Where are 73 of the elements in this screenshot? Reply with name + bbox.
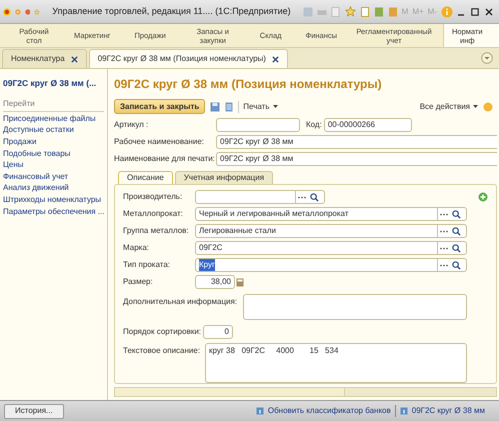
number-field[interactable]: 38,00 [195, 275, 235, 289]
nav-link[interactable]: Доступные остатки [3, 125, 104, 135]
status-link[interactable]: 09Г2С круг Ø 38 мм [412, 405, 485, 417]
nav-link[interactable]: Штрихкоды номенклатуры [3, 194, 104, 204]
field-label: Тип проката: [123, 259, 171, 271]
field-label: Марка: [123, 242, 150, 254]
save-close-button[interactable]: Записать и закрыть [114, 99, 206, 114]
document-tab[interactable]: 09Г2С круг Ø 38 мм (Позиция номенклатуры) [88, 49, 288, 68]
number-field[interactable]: 0 [203, 325, 233, 339]
nav-link[interactable]: Анализ движений [3, 183, 104, 193]
field-label: Артикул : [114, 119, 150, 131]
dots-icon [440, 264, 448, 266]
dropdown-circle-icon[interactable] [481, 52, 493, 64]
field-label: Производитель: [123, 191, 184, 203]
nav-link[interactable]: Финансовый учет [3, 172, 104, 182]
field-label: Дополнительная информация: [123, 296, 238, 308]
search-icon[interactable] [452, 260, 461, 270]
window-title: Управление торговлей, редакция 11.... (1С:Предприятие) [52, 4, 291, 18]
form-tab[interactable]: Описание [118, 171, 173, 184]
field-label: Размер: [123, 276, 154, 288]
search-icon[interactable] [452, 210, 461, 218]
dots-icon [298, 196, 306, 198]
text-field[interactable]: 09Г2С круг Ø 38 мм [216, 135, 497, 149]
dots-icon [440, 230, 448, 232]
field-label: Текстовое описание: [123, 345, 202, 357]
dots-icon [440, 212, 448, 216]
horizontal-scrollbar[interactable] [114, 387, 497, 397]
home-star-icon[interactable] [344, 6, 356, 17]
search-icon[interactable] [310, 192, 319, 202]
field-label: Код: [306, 119, 322, 131]
field-label: Порядок сортировки: [123, 326, 202, 338]
list-icon[interactable] [225, 102, 234, 112]
info-icon[interactable] [441, 6, 453, 18]
nav-link[interactable]: Параметры обеспечения ... [3, 206, 104, 216]
memo-field[interactable]: круг 38 09Г2С 4000 15 534 [205, 343, 467, 383]
close-icon[interactable] [70, 56, 78, 62]
select-field[interactable]: Черный и легированный металлопрокат [195, 207, 467, 221]
form-tab[interactable]: Учетная информация [174, 171, 274, 184]
code-field[interactable]: 00-00000266 [324, 118, 412, 132]
info-icon [400, 407, 408, 415]
search-icon[interactable] [452, 226, 461, 236]
article-field[interactable] [216, 118, 300, 132]
dots-icon [440, 246, 448, 250]
select-field[interactable]: Легированные стали [195, 224, 467, 238]
close-icon[interactable] [485, 8, 493, 16]
close-icon[interactable] [272, 56, 279, 62]
select-field[interactable] [195, 190, 325, 204]
form-title: 09Г2С круг Ø 38 мм (Позиция номенклатуры) [114, 76, 383, 93]
select-field[interactable]: Круг [195, 258, 467, 272]
document-tab[interactable]: Номенклатура [2, 49, 87, 68]
info-icon [256, 407, 264, 415]
nav-link[interactable]: Присоединенные файлы [3, 114, 104, 124]
select-field[interactable]: 09Г2С [195, 241, 467, 255]
panel-heading: Перейти [3, 98, 104, 112]
status-link[interactable]: Обновить классификатор банков [268, 405, 391, 417]
panel-title: 09Г2С круг Ø 38 мм (... [3, 77, 98, 90]
print-menu[interactable]: Печать [238, 100, 278, 112]
field-label: Рабочее наименование: [114, 136, 205, 148]
memo-field[interactable] [243, 294, 467, 320]
add-icon[interactable] [478, 192, 488, 202]
search-icon[interactable] [452, 244, 461, 252]
text-field[interactable]: 09Г2С круг Ø 38 мм [216, 152, 497, 166]
caret-icon [473, 105, 478, 108]
maximize-icon[interactable] [471, 8, 479, 16]
nav-link[interactable]: Продажи [3, 136, 104, 147]
history-button[interactable]: История... [4, 404, 64, 418]
all-actions-menu[interactable]: Все действия [420, 100, 478, 112]
field-label: Группа металлов: [123, 225, 190, 237]
field-label: Металлопрокат: [123, 208, 184, 220]
nav-link[interactable]: Подобные товары [3, 148, 104, 158]
caret-icon [272, 105, 278, 108]
nav-link[interactable]: Цены [3, 160, 104, 170]
field-label: Наименование для печати: [114, 153, 216, 165]
